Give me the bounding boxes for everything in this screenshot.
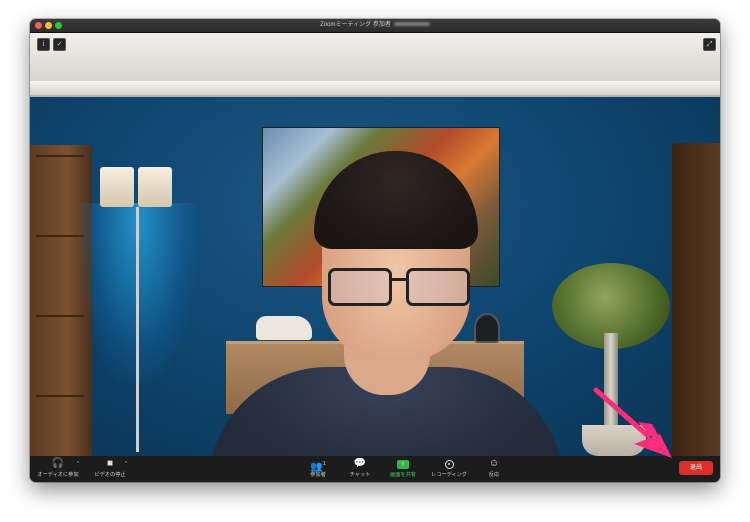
participants-label: 参加者 [310,472,326,478]
chat-label: チャット [349,472,371,478]
info-icon[interactable]: i [37,38,50,51]
headphones-icon: 🎧 [51,458,65,469]
participants-button[interactable]: 👥1 参加者 [304,457,332,482]
reaction-icon: ☺ [488,458,500,469]
glasses-lens-right [406,268,470,306]
participant-glasses [328,268,470,306]
background-lamp-shade [138,167,172,207]
record-button[interactable]: レコーディング [427,457,471,482]
window-title-text: Zoomミーティング 参加者 [320,22,391,28]
background-lamp-pole [136,207,139,452]
annotation-arrow [593,387,672,458]
share-screen-label: 画面を共有 [390,472,416,478]
share-screen-button[interactable]: ↑ 画面を共有 [385,457,421,482]
participants-count: 1 [322,461,326,467]
background-lamp-shade [100,167,134,207]
stop-video-button[interactable]: ■ ビデオの停止 [90,457,130,482]
annotation-arrow-head-base [634,434,672,458]
share-screen-icon: ↑ [397,460,409,469]
share-screen-icon-wrap: ↑ [385,457,421,471]
video-camera-icon: ■ [106,458,114,469]
glasses-lens-left [328,268,392,306]
shield-icon[interactable]: ✓ [53,38,66,51]
title-bar[interactable]: Zoomミーティング 参加者 [30,19,720,33]
join-audio-label: オーディオに参加 [37,472,79,478]
window-title: Zoomミーティング 参加者 [30,19,720,32]
background-clock [474,313,500,343]
leave-button[interactable]: 退出 [679,461,713,475]
participants-icon: 👥1 [310,461,326,473]
reactions-label: 反応 [488,472,500,478]
record-label: レコーディング [431,472,467,478]
annotation-arrow-shaft [593,387,651,439]
fullscreen-icon[interactable]: ⤢ [703,38,716,51]
glasses-bridge [389,278,406,281]
background-molding [30,81,720,97]
join-audio-button[interactable]: 🎧 オーディオに参加 [33,457,83,482]
chat-button[interactable]: 💬 チャット [345,457,375,482]
record-icon-wrap [427,457,471,471]
audio-options-caret[interactable]: ^ [77,461,79,467]
stop-video-label: ビデオの停止 [94,472,126,478]
video-options-caret[interactable]: ^ [125,461,127,467]
record-icon [444,460,454,469]
reactions-button[interactable]: ☺ 反応 [482,457,506,482]
background-statue [256,316,312,340]
redacted-name [393,22,430,27]
chat-icon: 💬 [353,458,367,469]
